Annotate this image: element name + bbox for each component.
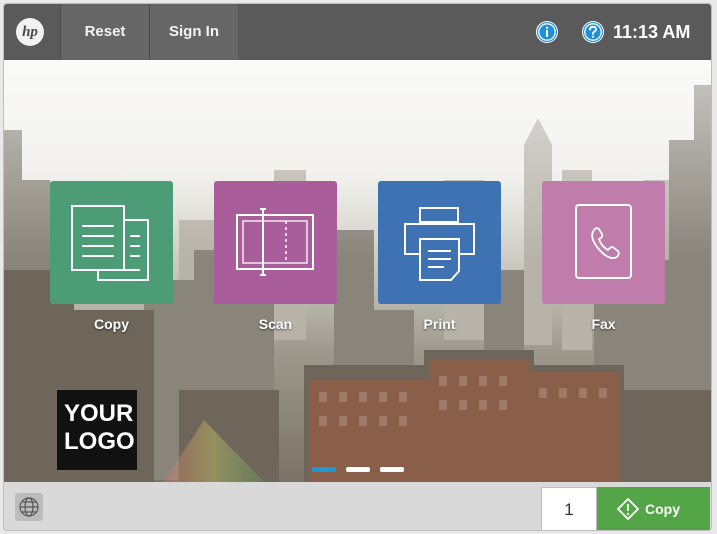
start-diamond-icon [617,498,639,520]
hp-logo: hp [16,18,44,46]
copy-app-label: Copy [94,316,129,332]
copies-count-field[interactable]: 1 [541,487,597,530]
print-app-label: Print [423,316,456,332]
fax-icon [575,204,632,279]
logo-line-1: YOUR [64,400,134,427]
print-app-tile[interactable] [378,181,501,304]
printer-control-panel: hp Reset Sign In 11:13 AM Copy Scan Prin… [3,3,712,531]
language-button[interactable] [15,493,43,521]
help-icon[interactable] [582,21,604,43]
print-icon [404,207,475,281]
fax-app-label: Fax [591,316,616,332]
logo-line-2: LOGO [64,428,135,455]
page-dot-3[interactable] [380,467,404,472]
globe-icon [19,497,39,517]
reset-button[interactable]: Reset [60,4,149,60]
fax-app-tile[interactable] [542,181,665,304]
scan-app-tile[interactable] [214,181,337,304]
company-logo: YOUR LOGO [57,390,137,470]
clock: 11:13 AM [613,22,691,42]
copy-icon [71,205,149,281]
page-dot-1[interactable] [312,467,336,472]
sign-in-button[interactable]: Sign In [149,4,238,60]
scan-app-label: Scan [258,316,293,332]
info-icon[interactable] [536,21,558,43]
copy-start-button[interactable]: Copy [597,487,710,530]
copy-start-label: Copy [645,501,680,517]
page-dot-2[interactable] [346,467,370,472]
home-screen-background: Copy Scan Print Fax YOUR LOGO [4,60,711,482]
scan-icon [236,208,314,276]
copy-app-tile[interactable] [50,181,173,304]
top-bar: hp Reset Sign In 11:13 AM [4,4,711,60]
home-button[interactable]: hp [4,4,60,60]
bottom-bar: 1 Copy [4,482,711,530]
